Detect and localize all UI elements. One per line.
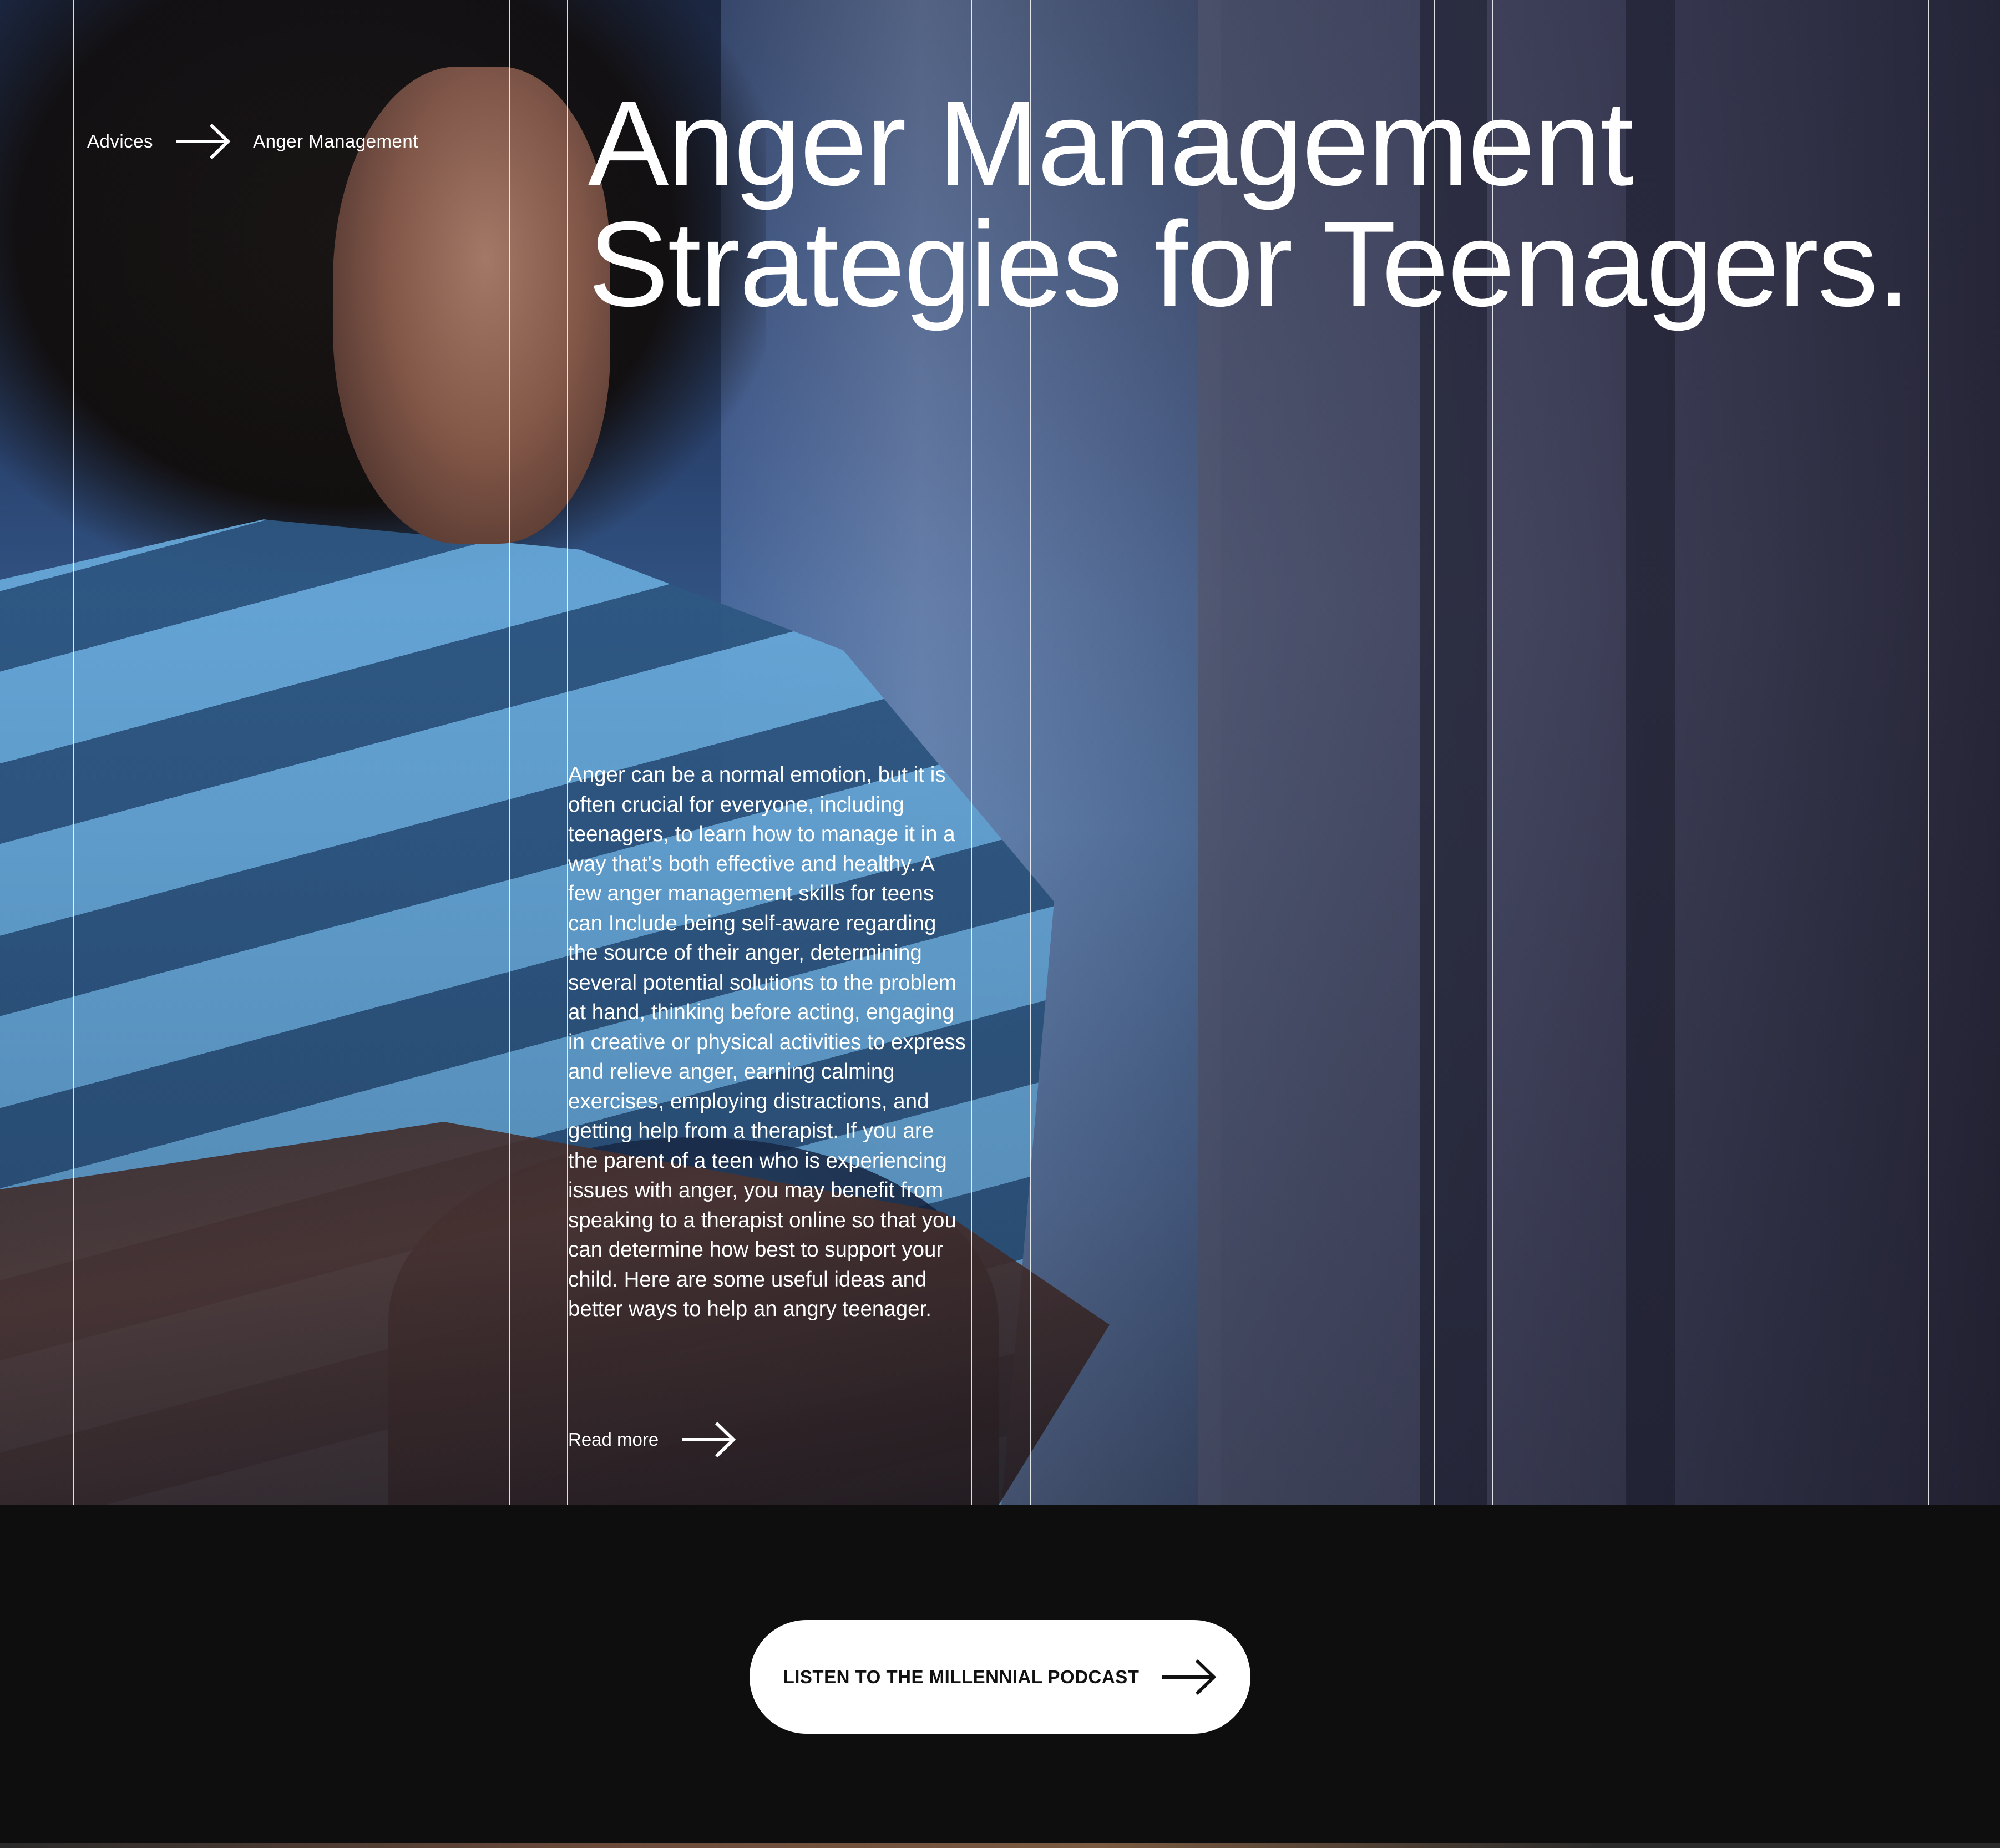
read-more-link[interactable]: Read more bbox=[568, 1417, 736, 1462]
intro-paragraph: Anger can be a normal emotion, but it is… bbox=[568, 763, 966, 1321]
read-more-label: Read more bbox=[568, 1429, 659, 1450]
breadcrumb-link-advices[interactable]: Advices bbox=[87, 131, 153, 152]
listen-podcast-label: LISTEN TO THE MILLENNIAL PODCAST bbox=[783, 1666, 1140, 1687]
next-section-image-edge bbox=[0, 1843, 2000, 1848]
listen-podcast-button[interactable]: LISTEN TO THE MILLENNIAL PODCAST bbox=[750, 1620, 1250, 1734]
breadcrumb: Advices Anger Management bbox=[87, 122, 418, 161]
arrow-right-icon bbox=[681, 1420, 736, 1459]
arrow-right-icon bbox=[1161, 1658, 1217, 1697]
page-title: Anger Management Strategies for Teenager… bbox=[588, 83, 1975, 325]
grid-line bbox=[509, 0, 510, 1505]
page-title-line: Strategies for Teenagers. bbox=[588, 197, 1911, 332]
page-title-line: Anger Management bbox=[588, 76, 1634, 211]
breadcrumb-current: Anger Management bbox=[253, 131, 418, 151]
arrow-right-icon bbox=[175, 122, 231, 161]
grid-line bbox=[73, 0, 74, 1505]
